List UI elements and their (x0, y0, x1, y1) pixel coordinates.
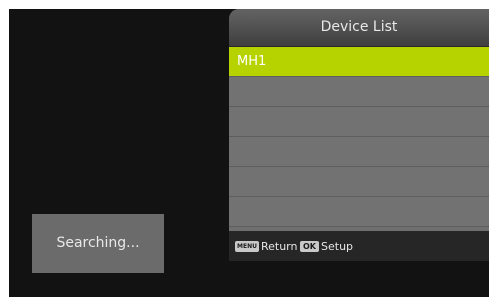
return-hint[interactable]: MENU Return (235, 239, 297, 253)
list-item[interactable] (229, 77, 489, 107)
return-label: Return (260, 239, 298, 253)
menu-key-icon: MENU (235, 240, 259, 252)
searching-text: Searching... (56, 235, 140, 251)
list-item[interactable] (229, 107, 489, 137)
panel-header: Device List (229, 9, 489, 47)
device-list-panel: Device List MH1 MENU Return OK Setup (229, 9, 489, 261)
device-name: MH1 (237, 54, 267, 69)
list-item-selected[interactable]: MH1 (229, 47, 489, 77)
panel-title: Device List (320, 19, 398, 35)
list-item[interactable] (229, 167, 489, 197)
searching-status-box: Searching... (32, 214, 164, 273)
screen: Device List MH1 MENU Return OK Setup Sea… (0, 0, 489, 297)
panel-footer: MENU Return OK Setup (229, 231, 489, 261)
setup-hint[interactable]: OK Setup (300, 239, 353, 253)
list-item[interactable] (229, 197, 489, 227)
list-item[interactable] (229, 137, 489, 167)
device-list: MH1 (229, 47, 489, 227)
setup-label: Setup (321, 239, 354, 253)
tv-display: Device List MH1 MENU Return OK Setup Sea… (9, 9, 489, 297)
ok-key-icon: OK (300, 240, 319, 252)
